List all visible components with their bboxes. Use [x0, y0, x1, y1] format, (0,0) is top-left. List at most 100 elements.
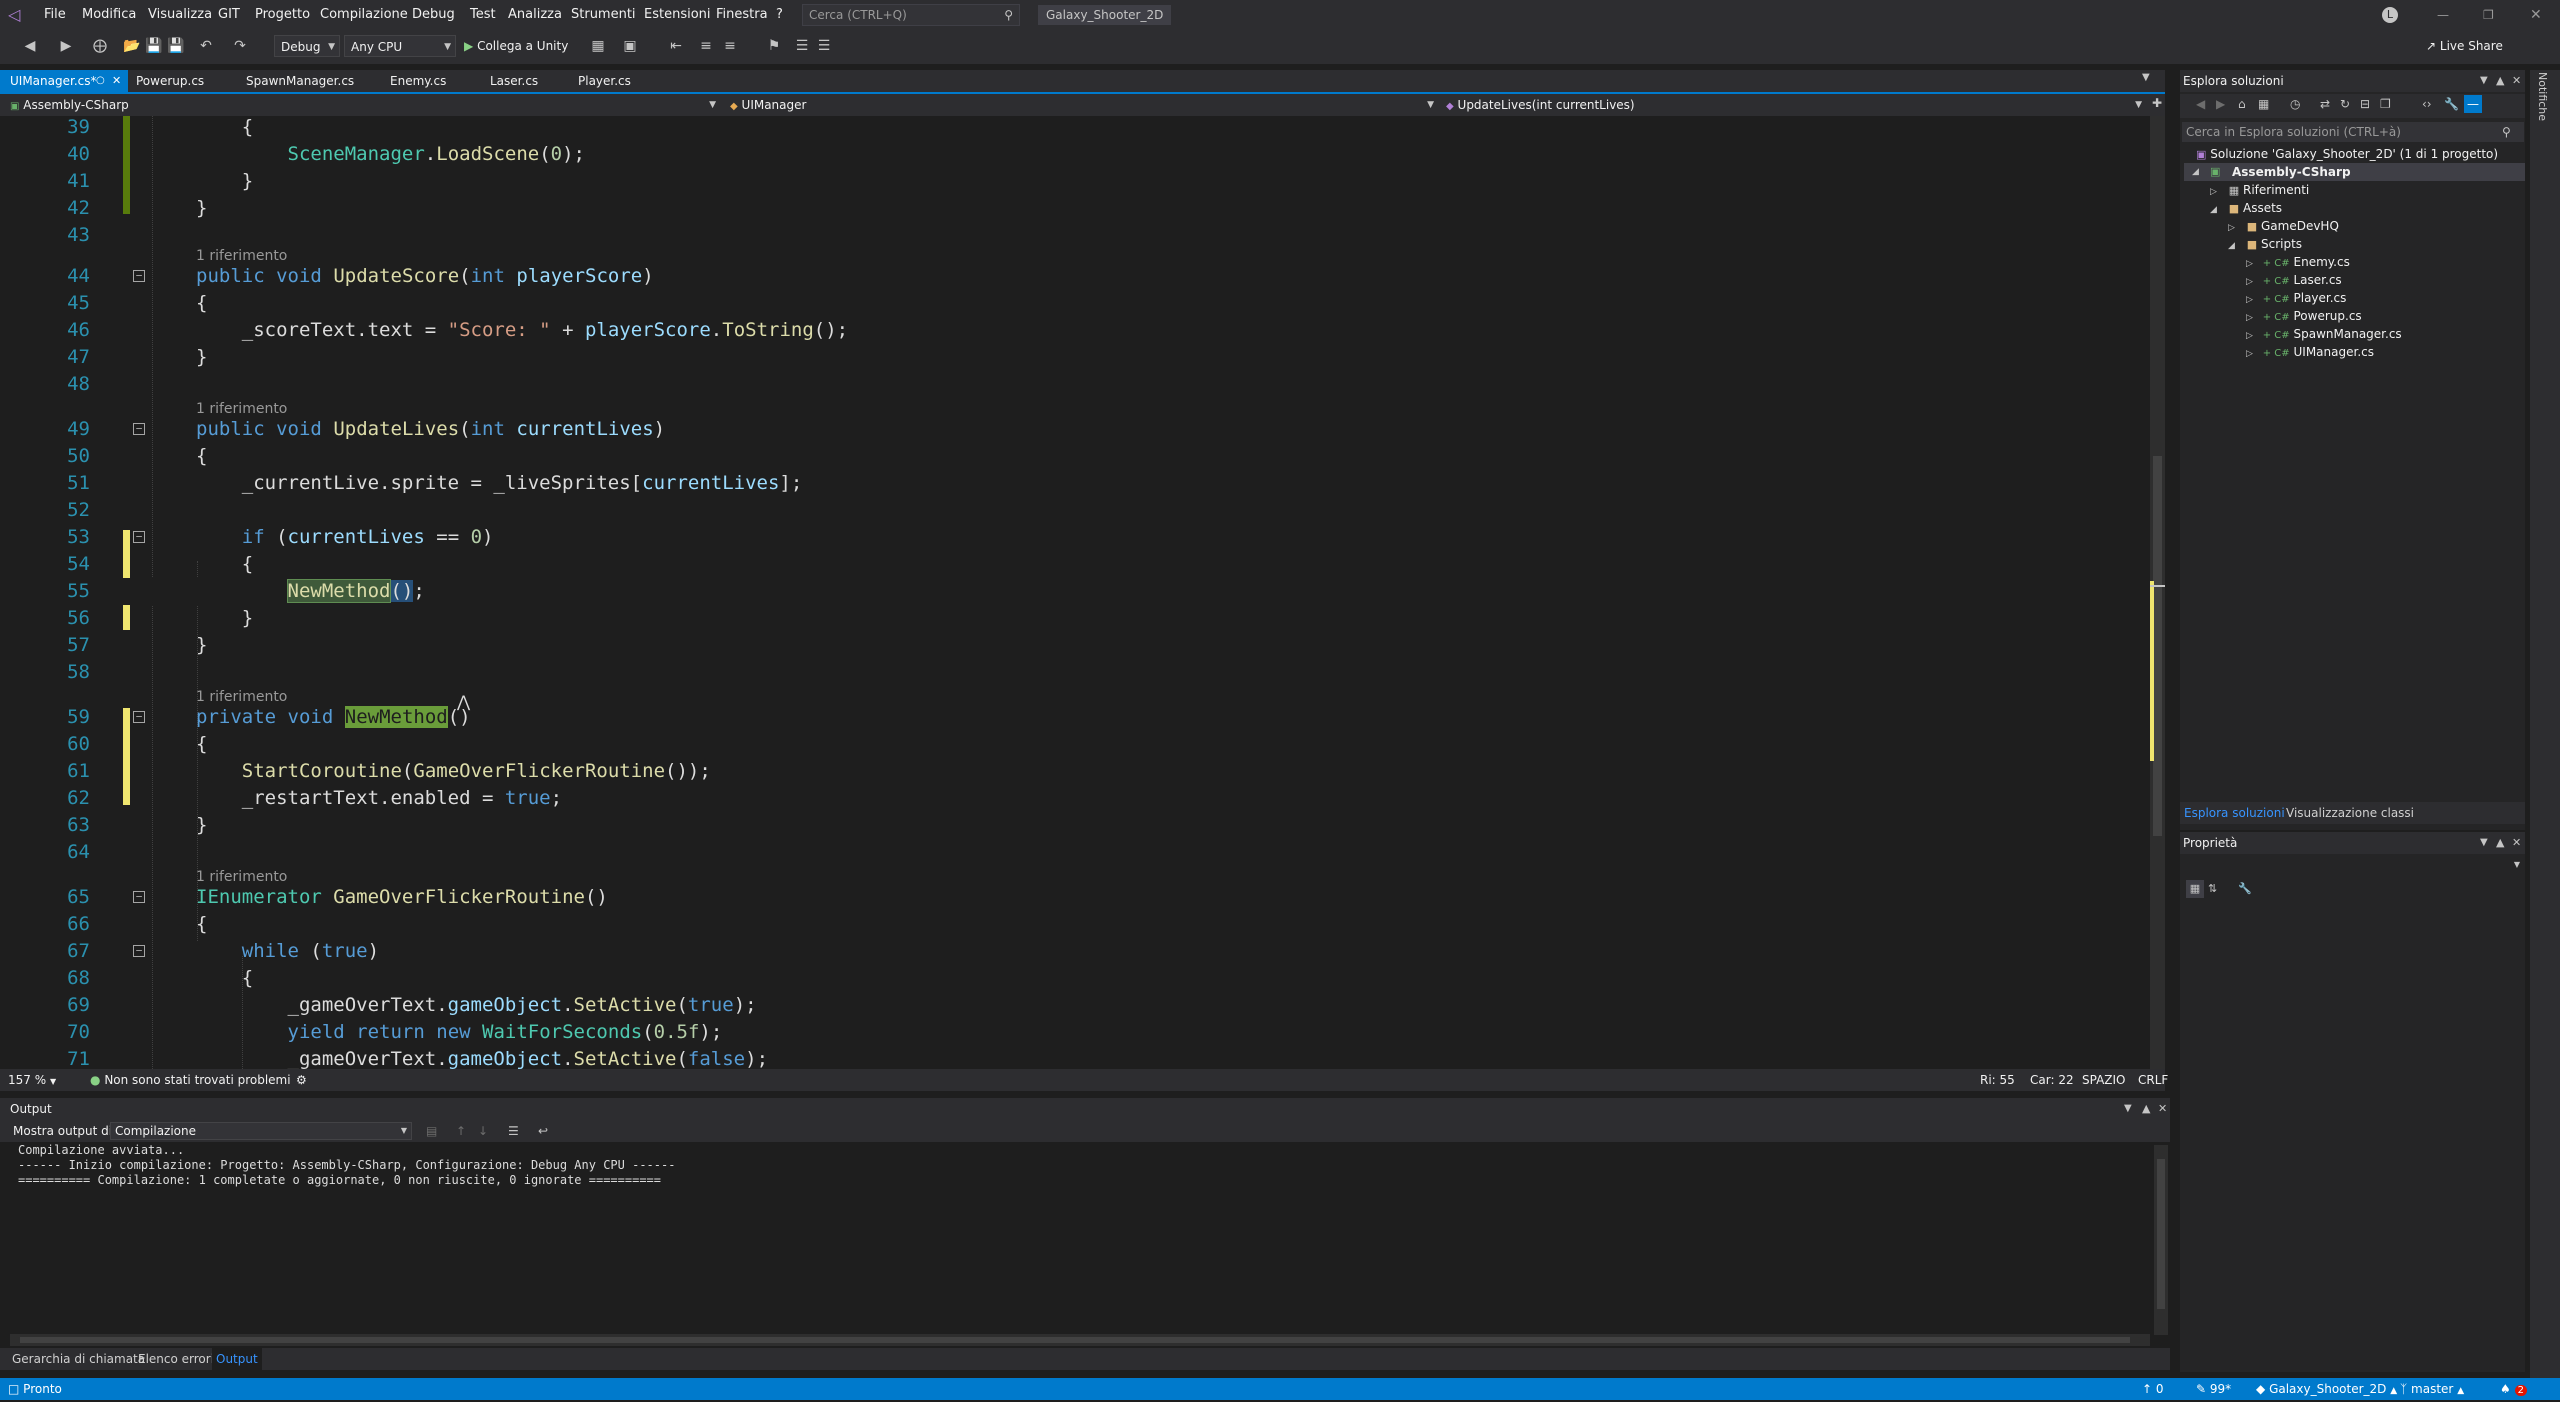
- menu-compilazione[interactable]: Compilazione: [320, 0, 408, 30]
- tree-item-file[interactable]: ▷ + C# Player.cs: [2246, 289, 2346, 307]
- menu-modifica[interactable]: Modifica: [82, 0, 136, 30]
- tree-item-file[interactable]: ▷ + C# Powerup.cs: [2246, 307, 2362, 325]
- collapse-icon[interactable]: −: [133, 423, 145, 435]
- switch-views-icon[interactable]: ▦: [2258, 97, 2269, 111]
- clear-all-icon[interactable]: ▤: [426, 1120, 437, 1142]
- tab-uimanager[interactable]: UIManager.cs* ○ ✕: [0, 70, 128, 92]
- tree-item-scripts[interactable]: ◢ ■ Scripts: [2228, 235, 2302, 253]
- menu-estensioni[interactable]: Estensioni: [644, 0, 711, 30]
- prev-message-icon[interactable]: ↑: [456, 1120, 466, 1142]
- output-source-select[interactable]: Compilazione ▼: [110, 1122, 412, 1140]
- member-dropdown[interactable]: ◆ UpdateLives(int currentLives) ▼: [1446, 94, 2142, 116]
- output-hscrollbar[interactable]: [10, 1334, 2150, 1346]
- tab-powerup[interactable]: Powerup.cs: [126, 70, 236, 92]
- tab-output[interactable]: Output: [212, 1348, 262, 1370]
- notifications-indicator[interactable]: ♠ 2: [2500, 1378, 2527, 1400]
- tab-laser[interactable]: Laser.cs: [480, 70, 570, 92]
- tree-item-file[interactable]: ▷ + C# SpawnManager.cs: [2246, 325, 2402, 343]
- scroll-thumb[interactable]: [2157, 1159, 2165, 1309]
- tab-enemy[interactable]: Enemy.cs: [380, 70, 480, 92]
- menu-visualizza[interactable]: Visualizza: [148, 0, 212, 30]
- menu-progetto[interactable]: Progetto: [255, 0, 310, 30]
- categorized-icon[interactable]: ▦: [2186, 880, 2204, 898]
- bookmark-icon[interactable]: ⚑: [764, 36, 784, 56]
- forward-icon[interactable]: ▶: [56, 36, 76, 56]
- eol-indicator[interactable]: CRLF: [2138, 1069, 2168, 1091]
- output-scrollbar[interactable]: [2154, 1145, 2168, 1335]
- tab-spawnmanager[interactable]: SpawnManager.cs: [236, 70, 386, 92]
- tree-item-assets[interactable]: ◢ ■ Assets: [2210, 199, 2282, 217]
- close-icon[interactable]: ✕: [2158, 1098, 2167, 1120]
- repo-indicator[interactable]: ◆ Galaxy_Shooter_2D ▲: [2256, 1378, 2397, 1400]
- vs-logo-icon[interactable]: ◁: [8, 6, 26, 24]
- branch-indicator[interactable]: ᛉ master ▲: [2400, 1378, 2464, 1400]
- tree-item-solution[interactable]: ▣ Soluzione 'Galaxy_Shooter_2D' (1 di 1 …: [2196, 145, 2498, 163]
- config-select[interactable]: Debug ▼: [274, 35, 340, 57]
- close-icon[interactable]: ✕: [112, 70, 121, 92]
- avatar[interactable]: L: [2382, 7, 2398, 23]
- spacing-indicator[interactable]: SPAZIO: [2082, 1069, 2126, 1091]
- tree-item-file[interactable]: ▷ + C# UIManager.cs: [2246, 343, 2374, 361]
- collapse-icon[interactable]: −: [133, 945, 145, 957]
- outdent-icon[interactable]: ≡: [720, 36, 740, 56]
- menu-file[interactable]: File: [44, 0, 66, 30]
- collapse-icon[interactable]: −: [133, 270, 145, 282]
- close-icon[interactable]: ✕: [2512, 832, 2521, 854]
- collapse-icon[interactable]: −: [133, 531, 145, 543]
- changes-indicator[interactable]: ✎ 99*: [2196, 1378, 2231, 1400]
- tab-solution-explorer[interactable]: Esplora soluzioni: [2184, 802, 2285, 824]
- next-message-icon[interactable]: ↓: [478, 1120, 488, 1142]
- property-pages-icon[interactable]: 🔧: [2238, 880, 2252, 898]
- live-share-button[interactable]: ↗ Live Share: [2426, 36, 2503, 56]
- tab-error-list[interactable]: Elenco errori: [138, 1348, 214, 1370]
- home-icon[interactable]: ⌂: [2238, 97, 2246, 111]
- step-icon[interactable]: ⇤: [666, 36, 686, 56]
- show-all-files-icon[interactable]: ❐: [2380, 97, 2391, 111]
- menu-finestra[interactable]: Finestra: [716, 0, 768, 30]
- scroll-thumb[interactable]: [20, 1337, 2130, 1343]
- tab-overflow-icon[interactable]: ▼: [2142, 72, 2150, 83]
- save-icon[interactable]: 💾: [144, 36, 164, 56]
- back-icon[interactable]: ◀: [2196, 97, 2205, 111]
- word-wrap-icon[interactable]: ↩: [538, 1120, 548, 1142]
- new-item-icon[interactable]: ⨁: [90, 36, 110, 56]
- tab-class-view[interactable]: Visualizzazione classi: [2286, 802, 2414, 824]
- back-icon[interactable]: ◀: [20, 36, 40, 56]
- zoom-select[interactable]: 157 % ▼: [8, 1069, 64, 1091]
- tree-item-file[interactable]: ▷ + C# Laser.cs: [2246, 271, 2342, 289]
- column-indicator[interactable]: Car: 22: [2030, 1069, 2074, 1091]
- menu-debug[interactable]: Debug: [412, 0, 455, 30]
- dropdown-icon[interactable]: ▼: [2480, 70, 2488, 92]
- notifications-tab[interactable]: Notifiche: [2536, 72, 2549, 121]
- push-indicator[interactable]: ↑ 0: [2142, 1378, 2164, 1400]
- menu-help[interactable]: ?: [776, 0, 783, 30]
- scroll-thumb[interactable]: [2153, 456, 2162, 836]
- tab-player[interactable]: Player.cs: [568, 70, 658, 92]
- clear-output-icon[interactable]: ☰: [508, 1120, 519, 1142]
- pin-icon[interactable]: ▲: [2142, 1098, 2150, 1120]
- view-code-icon[interactable]: ‹›: [2422, 97, 2432, 111]
- pending-changes-icon[interactable]: ◷: [2290, 97, 2300, 111]
- problems-indicator[interactable]: ● Non sono stati trovati problemi: [90, 1069, 291, 1091]
- tab-call-hierarchy[interactable]: Gerarchia di chiamata: [12, 1348, 145, 1370]
- comment-icon[interactable]: ☰: [792, 36, 812, 56]
- maximize-icon[interactable]: ❐: [2483, 0, 2494, 30]
- collapse-all-icon[interactable]: ⊟: [2360, 97, 2370, 111]
- screenshot-icon[interactable]: ▣: [620, 36, 640, 56]
- tree-item-gamedevhq[interactable]: ▷ ■ GameDevHQ: [2228, 217, 2339, 235]
- project-dropdown[interactable]: ▣ Assembly-CSharp ▼: [10, 94, 716, 116]
- forward-icon[interactable]: ▶: [2216, 97, 2225, 111]
- dropdown-icon[interactable]: ▼: [2480, 832, 2488, 854]
- collapse-icon[interactable]: −: [133, 891, 145, 903]
- refresh-icon[interactable]: ↻: [2340, 97, 2350, 111]
- attach-icon[interactable]: ▦: [588, 36, 608, 56]
- save-all-icon[interactable]: 💾: [166, 36, 186, 56]
- open-icon[interactable]: 📂: [122, 36, 142, 56]
- close-icon[interactable]: ✕: [2512, 70, 2521, 92]
- menu-test[interactable]: Test: [470, 0, 496, 30]
- uncomment-icon[interactable]: ☰: [814, 36, 834, 56]
- intellicode-icon[interactable]: ⚙: [296, 1069, 307, 1091]
- run-button[interactable]: ▶ Collega a Unity: [464, 36, 568, 56]
- solution-search-field[interactable]: Cerca in Esplora soluzioni (CTRL+à) ⚲: [2182, 122, 2524, 142]
- preview-icon[interactable]: —: [2464, 95, 2482, 113]
